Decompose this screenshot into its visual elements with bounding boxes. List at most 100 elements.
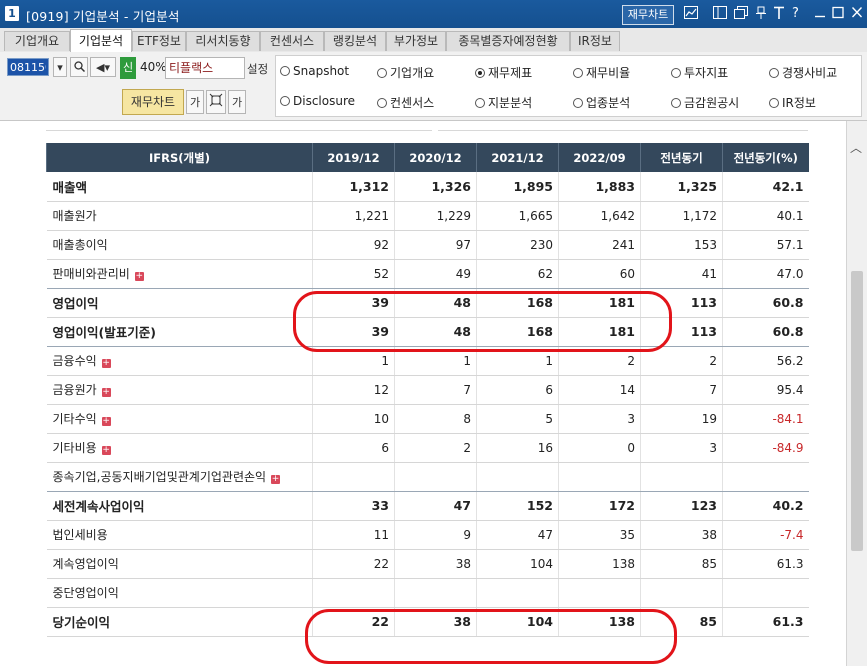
column-header: 2019/12 — [312, 143, 395, 172]
chart-icon[interactable] — [683, 6, 698, 21]
table-cell: 1,325 — [640, 172, 723, 202]
sound-button[interactable]: ◀▾ — [90, 57, 116, 77]
settings-button[interactable]: 설정 — [247, 61, 268, 77]
table-cell: 48 — [394, 288, 477, 318]
table-cell: 1,642 — [558, 201, 641, 231]
chevron-up-icon[interactable]: ︿ — [850, 139, 862, 156]
table-cell: 181 — [558, 317, 641, 347]
row-label-cell: 영업이익 — [46, 288, 313, 318]
minimize-icon[interactable] — [812, 6, 827, 21]
stock-code-input[interactable] — [7, 58, 49, 76]
radio-disclosure[interactable]: Disclosure — [280, 94, 355, 108]
row-label: 영업이익(발표기준) — [52, 325, 156, 340]
table-cell: 1,221 — [312, 201, 395, 231]
expand-plus-icon[interactable]: + — [101, 359, 111, 368]
tab-ranking[interactable]: 랭킹분석 — [324, 31, 386, 51]
tab-consensus[interactable]: 컨센서스 — [260, 31, 324, 51]
titlebar-fin-chart-button[interactable]: 재무차트 — [622, 5, 674, 25]
restore-icon[interactable] — [712, 6, 727, 21]
table-cell: 2 — [558, 346, 641, 376]
table-cell: -84.1 — [722, 404, 809, 434]
radio-financial-statements[interactable]: 재무제표 — [475, 64, 532, 81]
radio-ir-info[interactable]: IR정보 — [769, 94, 816, 111]
table-cell: -7.4 — [722, 520, 809, 550]
radio-company-overview[interactable]: 기업개요 — [377, 64, 434, 81]
table-cell: 1,172 — [640, 201, 723, 231]
tab-company-overview[interactable]: 기업개요 — [4, 31, 70, 51]
column-header: 2021/12 — [476, 143, 559, 172]
tab-ir-info[interactable]: IR정보 — [570, 31, 620, 51]
expand-plus-icon[interactable]: + — [101, 446, 111, 455]
table-cell: 168 — [476, 288, 559, 318]
row-label-cell: 매출총이익 — [46, 230, 313, 260]
table-cell — [640, 578, 723, 608]
radio-label: 재무비율 — [586, 66, 631, 80]
expand-plus-icon[interactable]: + — [101, 388, 111, 397]
table-cell: 3 — [558, 404, 641, 434]
copy-icon[interactable] — [733, 6, 748, 21]
font-icon[interactable] — [771, 6, 786, 21]
row-label-cell: 당기순이익 — [46, 607, 313, 637]
help-icon[interactable]: ? — [788, 6, 803, 21]
table-cell: 1 — [312, 346, 395, 376]
fit-screen-button[interactable] — [206, 90, 226, 114]
scrollbar-thumb[interactable] — [851, 271, 863, 551]
radio-label: 지분분석 — [488, 96, 533, 110]
table-cell — [312, 578, 395, 608]
table-cell: 92 — [312, 230, 395, 260]
table-cell: 47 — [394, 491, 477, 521]
tab-capital-increase[interactable]: 종목별증자예정현황 — [446, 31, 570, 51]
table-row: 법인세비용 11 9 47 35 38 -7.4 — [46, 520, 809, 550]
pin-icon[interactable] — [753, 6, 768, 21]
table-cell: 47.0 — [722, 259, 809, 289]
radio-financial-ratios[interactable]: 재무비율 — [573, 64, 630, 81]
table-cell: 62 — [476, 259, 559, 289]
table-cell: 60.8 — [722, 317, 809, 347]
table-header-row: IFRS(개별) 2019/12 2020/12 2021/12 2022/09… — [46, 143, 809, 172]
divider — [46, 130, 432, 131]
table-cell: 38 — [394, 607, 477, 637]
tab-etf-info[interactable]: ETF정보 — [132, 31, 186, 51]
radio-industry[interactable]: 업종분석 — [573, 94, 630, 111]
radio-label: IR정보 — [782, 96, 816, 110]
radio-label: 재무제표 — [488, 66, 533, 80]
table-cell: 95.4 — [722, 375, 809, 405]
code-dropdown-button[interactable]: ▾ — [53, 57, 67, 77]
radio-dot — [769, 68, 779, 78]
tab-company-analysis[interactable]: 기업분석 — [70, 29, 132, 52]
close-icon[interactable] — [849, 6, 864, 21]
speaker-icon: ◀▾ — [96, 61, 110, 74]
expand-plus-icon[interactable]: + — [134, 272, 144, 281]
table-cell: 2 — [394, 433, 477, 463]
table-cell: 123 — [640, 491, 723, 521]
row-label: 중단영업이익 — [52, 586, 119, 600]
column-header: 전년동기 — [640, 143, 723, 172]
maximize-icon[interactable] — [830, 6, 845, 21]
table-row: 당기순이익 22 38 104 138 85 61.3 — [46, 607, 809, 637]
search-button[interactable] — [70, 57, 88, 77]
radio-peer-comparison[interactable]: 경쟁사비교 — [769, 64, 837, 81]
font-increase-button[interactable]: 가 — [228, 90, 246, 114]
expand-plus-icon[interactable]: + — [271, 475, 281, 484]
table-cell: 39 — [312, 288, 395, 318]
table-cell: 1,895 — [476, 172, 559, 202]
row-label-cell: 계속영업이익 — [46, 549, 313, 579]
radio-consensus[interactable]: 컨센서스 — [377, 94, 434, 111]
radio-snapshot[interactable]: Snapshot — [280, 64, 349, 78]
fin-chart-button[interactable]: 재무차트 — [122, 89, 184, 115]
vertical-scrollbar[interactable]: ︿ — [846, 121, 867, 666]
tab-research[interactable]: 리서치동향 — [186, 31, 260, 51]
window-title: [0919] 기업분석 - 기업분석 — [26, 9, 180, 24]
font-decrease-button[interactable]: 가 — [186, 90, 204, 114]
row-label: 매출원가 — [52, 209, 97, 223]
radio-fss-disclosure[interactable]: 금감원공시 — [671, 94, 739, 111]
company-name-field[interactable]: 티플랙스 — [165, 57, 245, 79]
expand-plus-icon[interactable]: + — [101, 417, 111, 426]
radio-investment-indicators[interactable]: 투자지표 — [671, 64, 728, 81]
radio-ownership[interactable]: 지분분석 — [475, 94, 532, 111]
table-cell: 97 — [394, 230, 477, 260]
tab-extra-info[interactable]: 부가정보 — [386, 31, 446, 51]
table-cell: 9 — [394, 520, 477, 550]
radio-label: 투자지표 — [684, 66, 729, 80]
table-cell: 152 — [476, 491, 559, 521]
